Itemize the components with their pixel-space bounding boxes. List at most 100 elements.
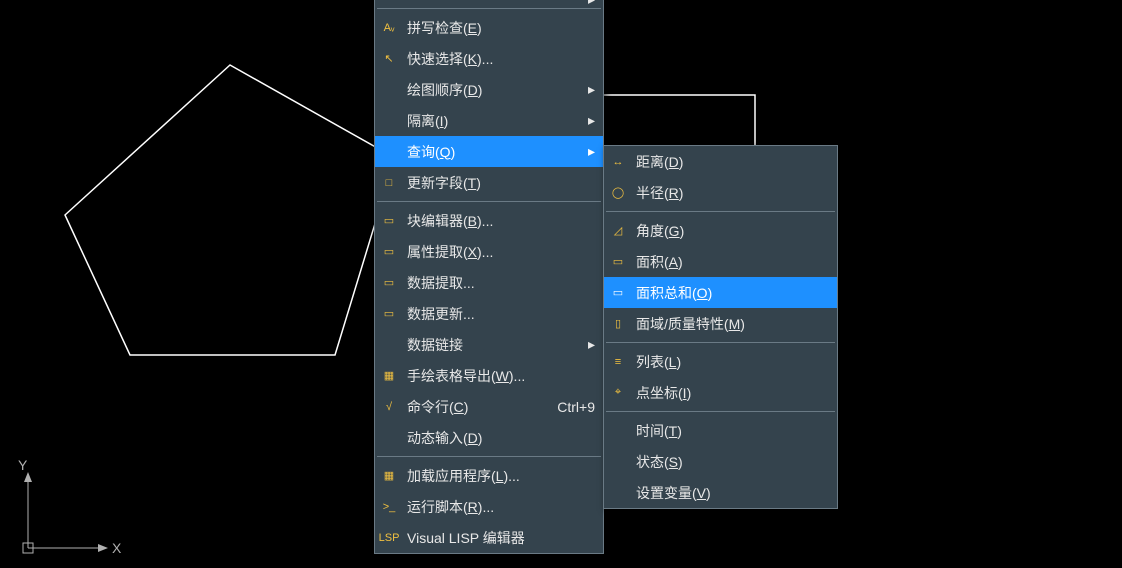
menu-item-label: Visual LISP 编辑器 [407, 528, 525, 548]
cad-canvas[interactable]: Y X ▸Aᵥ拼写检查(E)↖快速选择(K)...绘图顺序(D)▸隔离(I)▸查… [0, 0, 1122, 553]
blank-icon [608, 452, 628, 472]
menu-item-label: 绘图顺序(D) [407, 80, 482, 100]
menu-item-label: 列表(L) [636, 352, 681, 372]
data-update-icon: ▭ [379, 304, 399, 324]
menu-item[interactable]: ▭ 块编辑器(B)... [375, 205, 603, 236]
blank-icon [379, 80, 399, 100]
menu-separator [377, 201, 601, 202]
menu-item-label: 面积总和(O) [636, 283, 712, 303]
menu-item[interactable]: 设置变量(V) [604, 477, 837, 508]
menu-item-label: 属性提取(X)... [407, 242, 493, 262]
submenu-arrow-icon: ▸ [564, 0, 595, 5]
menu-item-label: 手绘表格导出(W)... [407, 366, 525, 386]
menu-item[interactable]: ▭数据提取... [375, 267, 603, 298]
menu-item-label: 隔离(I) [407, 111, 448, 131]
menu-separator [606, 342, 835, 343]
menu-item[interactable]: 查询(Q) ▸ [375, 136, 603, 167]
blank-icon [608, 421, 628, 441]
menu-item-shortcut: Ctrl+9 [533, 399, 595, 415]
submenu-arrow-icon: ▸ [564, 81, 595, 98]
menu-item-label: 状态(S) [636, 452, 683, 472]
menu-item-label: 更新字段(T) [407, 173, 481, 193]
load-app-icon: ▦ [379, 466, 399, 486]
command-line-icon: √ [379, 397, 399, 417]
menu-item-label: 半径(R) [636, 183, 683, 203]
menu-item[interactable]: □ 更新字段(T) [375, 167, 603, 198]
menu-item[interactable]: 隔离(I) ▸ [375, 105, 603, 136]
menu-item[interactable]: ≡ 列表(L) [604, 346, 837, 377]
spell-check-icon: Aᵥ [379, 18, 399, 38]
angle-icon: ◿ [608, 221, 628, 241]
menu-item-label: 运行脚本(R)... [407, 497, 494, 517]
menu-item[interactable]: ▭ 面积(A) [604, 246, 837, 277]
menu-item-label: 时间(T) [636, 421, 682, 441]
blank-icon [608, 483, 628, 503]
menu-separator [606, 211, 835, 212]
block-editor-icon: ▭ [379, 211, 399, 231]
menu-item-label: 命令行(C) [407, 397, 468, 417]
submenu-arrow-icon: ▸ [564, 336, 595, 353]
list-icon: ≡ [608, 352, 628, 372]
quick-select-icon: ↖ [379, 49, 399, 69]
menu-item-label: 查询(Q) [407, 142, 455, 162]
menu-item[interactable]: ↖ 快速选择(K)... [375, 43, 603, 74]
menu-item[interactable]: ▦手绘表格导出(W)... [375, 360, 603, 391]
axis-y-label: Y [18, 457, 28, 473]
submenu-arrow-icon: ▸ [564, 112, 595, 129]
region-mass-icon: ▯ [608, 314, 628, 334]
submenu-arrow-icon: ▸ [564, 143, 595, 160]
blank-icon [379, 335, 399, 355]
menu-item[interactable]: ▭ 数据更新... [375, 298, 603, 329]
query-submenu[interactable]: ↔ 距离(D) ◯ 半径(R) ◿ 角度(G) ▭ 面积(A) ▭ 面积总和(O) ▯ 面域/质量特性… [603, 145, 838, 509]
menu-item-label: 距离(D) [636, 152, 683, 172]
menu-item[interactable]: 状态(S) [604, 446, 837, 477]
tools-menu[interactable]: ▸Aᵥ拼写检查(E)↖快速选择(K)...绘图顺序(D)▸隔离(I)▸查询(Q)… [374, 0, 604, 554]
menu-item-label: 加载应用程序(L)... [407, 466, 520, 486]
menu-separator [377, 8, 601, 9]
menu-item-label: 点坐标(I) [636, 383, 691, 403]
menu-item[interactable]: ▭ 属性提取(X)... [375, 236, 603, 267]
menu-item-label: 角度(G) [636, 221, 684, 241]
menu-item-label: 面域/质量特性(M) [636, 314, 745, 334]
menu-item[interactable]: √ 命令行(C) Ctrl+9 [375, 391, 603, 422]
menu-item[interactable]: ▭ 面积总和(O) [604, 277, 837, 308]
run-script-icon: >_ [379, 497, 399, 517]
data-extract-icon: ▭ [379, 273, 399, 293]
menu-item[interactable]: 数据链接 ▸ [375, 329, 603, 360]
menu-item[interactable]: LSP Visual LISP 编辑器 [375, 522, 603, 553]
point-coord-icon: ⌖ [608, 383, 628, 403]
menu-item[interactable]: ◿ 角度(G) [604, 215, 837, 246]
attribute-extract-icon: ▭ [379, 242, 399, 262]
menu-item[interactable]: ▦ 加载应用程序(L)... [375, 460, 603, 491]
axis-indicator: Y X [10, 448, 130, 568]
menu-item-label: 面积(A) [636, 252, 683, 272]
menu-item[interactable]: ▸ [375, 0, 603, 5]
distance-icon: ↔ [608, 152, 628, 172]
menu-item[interactable]: Aᵥ拼写检查(E) [375, 12, 603, 43]
menu-item-label: 块编辑器(B)... [407, 211, 493, 231]
area-icon: ▭ [608, 252, 628, 272]
blank-icon [379, 111, 399, 131]
menu-item-label: 数据更新... [407, 304, 475, 324]
pentagon-shape [65, 65, 395, 355]
radius-icon: ◯ [608, 183, 628, 203]
vlisp-icon: LSP [379, 528, 399, 548]
menu-item-label: 快速选择(K)... [407, 49, 493, 69]
menu-item[interactable]: ↔ 距离(D) [604, 146, 837, 177]
menu-item[interactable]: 时间(T) [604, 415, 837, 446]
axis-x-label: X [112, 540, 122, 556]
update-field-icon: □ [379, 173, 399, 193]
menu-item-label: 设置变量(V) [636, 483, 711, 503]
menu-item[interactable]: 绘图顺序(D) ▸ [375, 74, 603, 105]
menu-separator [606, 411, 835, 412]
menu-item[interactable]: 动态输入(D) [375, 422, 603, 453]
menu-item-label: 数据链接 [407, 335, 463, 355]
menu-item[interactable]: ▯ 面域/质量特性(M) [604, 308, 837, 339]
blank-icon [379, 0, 399, 5]
menu-separator [377, 456, 601, 457]
menu-item-label: 动态输入(D) [407, 428, 482, 448]
menu-item[interactable]: ◯ 半径(R) [604, 177, 837, 208]
menu-item[interactable]: ⌖ 点坐标(I) [604, 377, 837, 408]
area-sum-icon: ▭ [608, 283, 628, 303]
menu-item[interactable]: >_ 运行脚本(R)... [375, 491, 603, 522]
